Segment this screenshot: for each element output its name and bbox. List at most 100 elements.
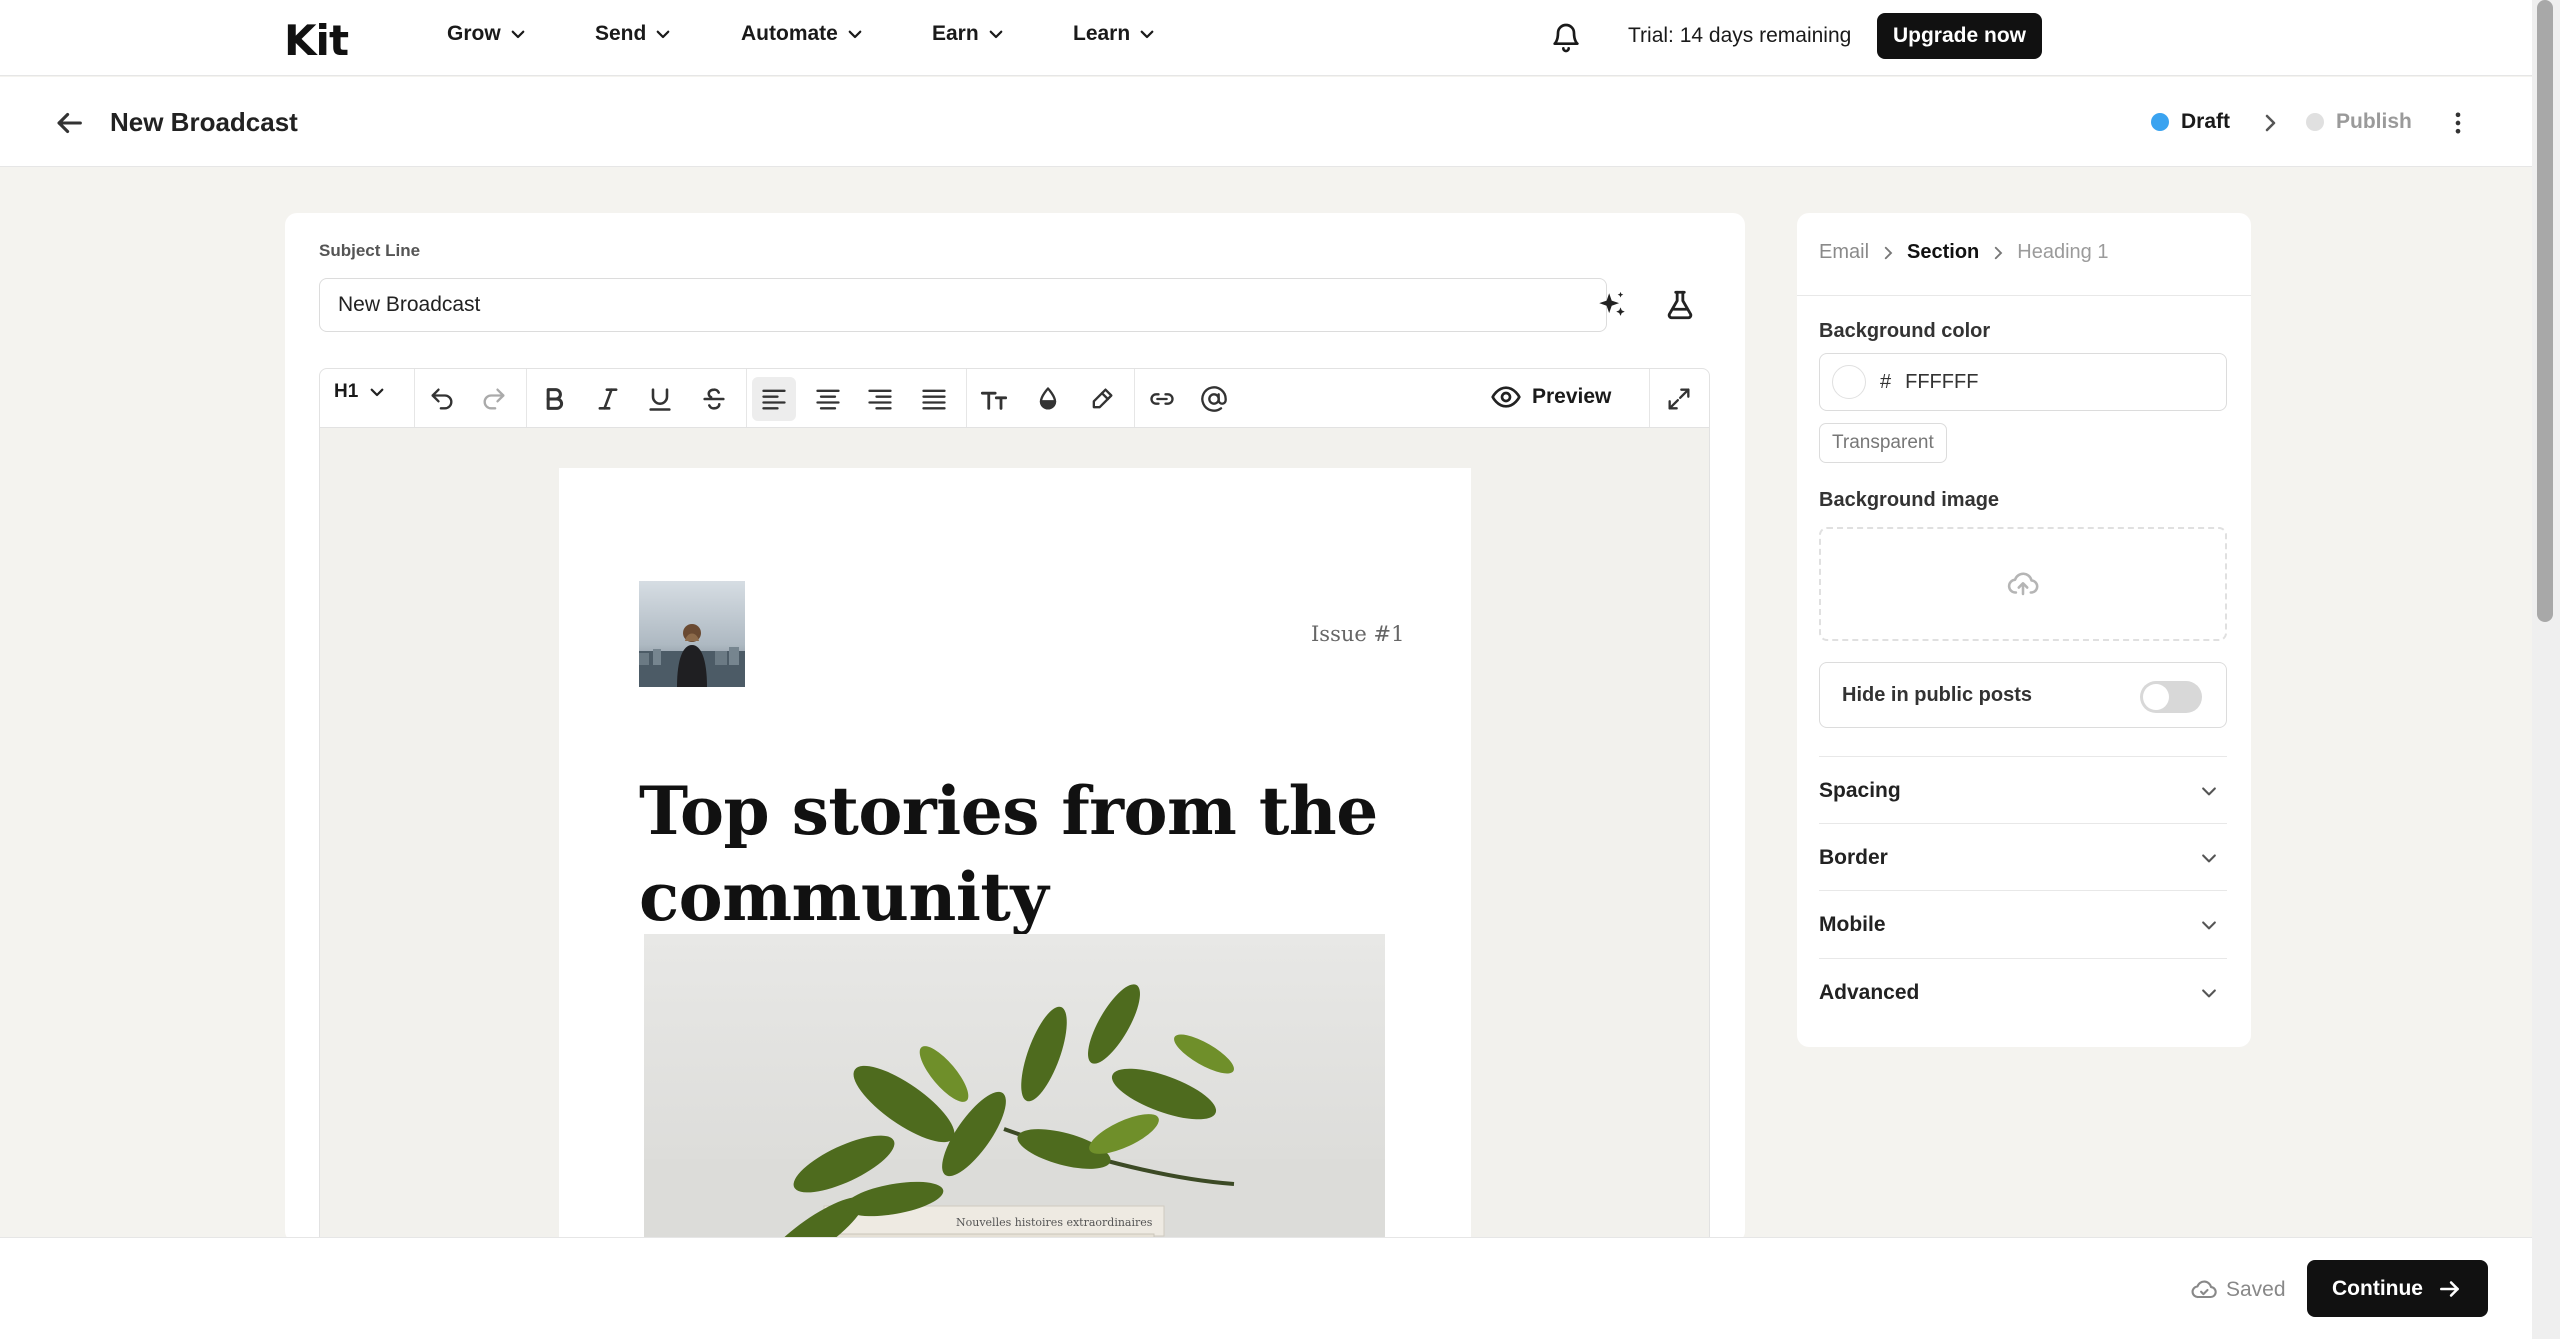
bold-button[interactable]	[532, 377, 576, 421]
chevron-down-icon	[2202, 989, 2216, 998]
editor-card: Subject Line H1	[285, 213, 1745, 1243]
broadcast-header: New Broadcast Draft Publish	[0, 77, 2532, 167]
align-center-button[interactable]	[806, 377, 850, 421]
background-image-label: Background image	[1819, 489, 2000, 511]
nav-earn[interactable]: Earn	[932, 22, 1005, 46]
link-button[interactable]	[1140, 377, 1184, 421]
accordion-advanced[interactable]: Advanced	[1819, 958, 2227, 1025]
breadcrumb-email[interactable]: Email	[1819, 241, 1869, 264]
status-publish-step[interactable]: Publish	[2306, 110, 2412, 134]
scrollbar-thumb[interactable]	[2537, 0, 2553, 622]
link-icon	[1150, 393, 1174, 405]
email-canvas: Issue #1 Top stories from the community …	[319, 428, 1710, 1243]
formatting-toolbar: H1 Preview	[319, 368, 1710, 428]
highlight-button[interactable]	[1080, 377, 1124, 421]
continue-button[interactable]: Continue	[2307, 1260, 2488, 1317]
status-publish-label: Publish	[2336, 110, 2412, 133]
accordion-border[interactable]: Border	[1819, 823, 2227, 890]
mention-button[interactable]	[1192, 377, 1236, 421]
toolbar-divider	[1134, 369, 1135, 427]
panel-divider	[1797, 295, 2251, 296]
person-photo	[639, 581, 745, 687]
underline-button[interactable]	[638, 377, 682, 421]
ai-sparkle-icon[interactable]	[1595, 289, 1629, 323]
accordion-advanced-label: Advanced	[1819, 981, 1920, 1004]
nav-send-label: Send	[595, 22, 647, 45]
continue-label: Continue	[2332, 1276, 2423, 1300]
email-body[interactable]: Issue #1 Top stories from the community …	[559, 468, 1471, 1243]
accordion-border-label: Border	[1819, 846, 1888, 869]
hash-symbol: #	[1880, 370, 1892, 393]
accordion-mobile-label: Mobile	[1819, 913, 1886, 936]
nav-learn[interactable]: Learn	[1073, 22, 1156, 46]
chevron-right-icon	[1995, 246, 2003, 259]
back-arrow-icon[interactable]	[52, 106, 86, 140]
preview-button[interactable]: Preview	[1490, 381, 1611, 413]
color-drop-icon	[1039, 387, 1057, 410]
hide-in-public-posts-label: Hide in public posts	[1842, 684, 2033, 706]
background-color-input[interactable]: # FFFFFF	[1819, 353, 2227, 411]
status-draft-step[interactable]: Draft	[2151, 110, 2230, 134]
expand-icon	[1668, 388, 1690, 410]
subject-line-input[interactable]	[319, 278, 1607, 332]
chevron-down-icon	[2202, 921, 2216, 930]
chevron-down-icon	[1140, 30, 1154, 39]
upgrade-button[interactable]: Upgrade now	[1877, 13, 2042, 59]
undo-icon	[431, 388, 453, 410]
flask-icon[interactable]	[1663, 288, 1697, 322]
breadcrumb-heading[interactable]: Heading 1	[2017, 241, 2108, 264]
newsletter-headline[interactable]: Top stories from the community	[639, 768, 1399, 940]
redo-button[interactable]	[472, 377, 516, 421]
nav-send[interactable]: Send	[595, 22, 672, 46]
align-justify-icon	[922, 389, 946, 410]
text-color-button[interactable]	[1026, 377, 1070, 421]
font-size-button[interactable]	[972, 377, 1016, 421]
expand-button[interactable]	[1657, 377, 1701, 421]
background-color-label: Background color	[1819, 320, 1991, 342]
bell-icon[interactable]	[1550, 20, 1582, 54]
nav-automate[interactable]: Automate	[741, 22, 864, 46]
cloud-check-icon	[2191, 1280, 2217, 1299]
color-hex-value: FFFFFF	[1905, 370, 1979, 393]
cloud-upload-icon	[2007, 572, 2039, 596]
chevron-down-icon	[989, 30, 1003, 39]
align-left-button[interactable]	[752, 377, 796, 421]
chevron-down-icon	[848, 30, 862, 39]
strikethrough-button[interactable]	[692, 377, 736, 421]
transparent-button[interactable]: Transparent	[1819, 423, 1947, 463]
toolbar-divider	[1649, 369, 1650, 427]
align-right-button[interactable]	[858, 377, 902, 421]
more-options-icon[interactable]	[2444, 107, 2472, 139]
italic-icon	[598, 388, 618, 410]
eye-icon	[1491, 386, 1521, 408]
align-justify-button[interactable]	[912, 377, 956, 421]
undo-button[interactable]	[420, 377, 464, 421]
strikethrough-icon	[703, 388, 725, 410]
accordion-mobile[interactable]: Mobile	[1819, 890, 2227, 957]
toolbar-divider	[414, 369, 415, 427]
heading-level-select[interactable]: H1	[334, 381, 386, 403]
breadcrumb-section[interactable]: Section	[1907, 241, 1979, 264]
align-right-icon	[868, 389, 892, 410]
chevron-down-icon	[370, 388, 384, 397]
chevron-right-icon	[2265, 114, 2276, 132]
page-title: New Broadcast	[110, 107, 298, 137]
kit-logo[interactable]: Kit	[284, 16, 349, 65]
hero-image[interactable]: Nouvelles histoires extraordinaires	[644, 934, 1385, 1243]
hide-in-public-posts-toggle[interactable]	[2140, 681, 2202, 713]
plant-on-books-photo: Nouvelles histoires extraordinaires	[644, 934, 1385, 1243]
book-spine-text: Nouvelles histoires extraordinaires	[956, 1216, 1153, 1229]
chevron-down-icon	[511, 30, 525, 39]
italic-button[interactable]	[586, 377, 630, 421]
color-swatch[interactable]	[1832, 365, 1866, 399]
status-draft-label: Draft	[2181, 110, 2231, 133]
at-sign-icon	[1201, 386, 1227, 412]
nav-grow[interactable]: Grow	[447, 22, 527, 46]
header-image[interactable]	[639, 581, 745, 687]
saved-label: Saved	[2226, 1278, 2286, 1301]
bold-icon	[546, 388, 564, 410]
accordion-spacing[interactable]: Spacing	[1819, 756, 2227, 823]
nav-learn-label: Learn	[1073, 22, 1131, 45]
toolbar-divider	[526, 369, 527, 427]
background-image-upload[interactable]	[1819, 527, 2227, 641]
